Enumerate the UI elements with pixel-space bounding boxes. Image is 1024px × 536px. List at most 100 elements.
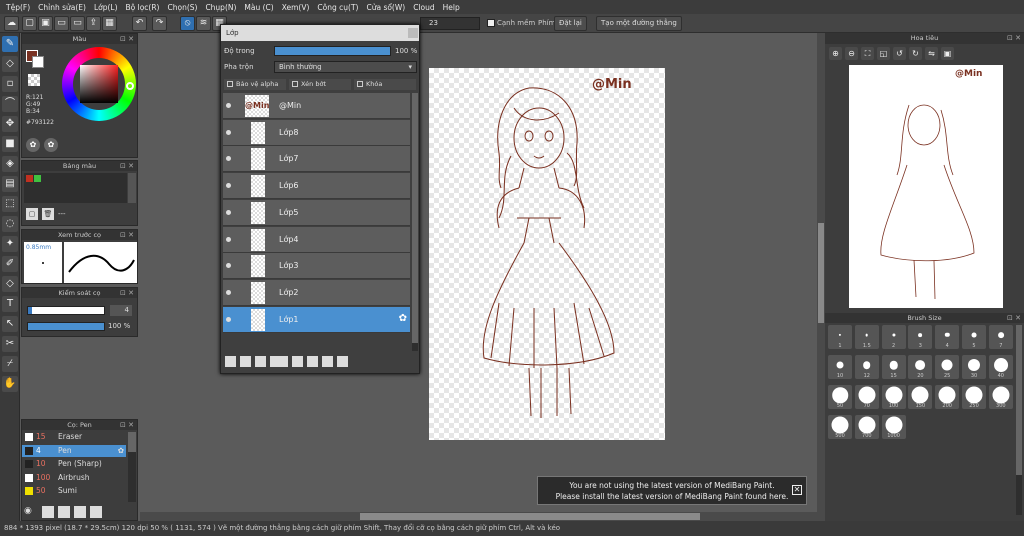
menu-item[interactable]: Lớp(L) <box>90 3 122 12</box>
brush-size-option[interactable]: 25 <box>935 355 960 379</box>
select-eraser-icon[interactable]: ◇ <box>2 276 18 292</box>
brush-size-option[interactable]: 40 <box>988 355 1013 379</box>
blend-mode-select[interactable]: Bình thường ▾ <box>274 61 417 73</box>
brushlist-close-icon[interactable]: ⊡ ✕ <box>120 420 134 430</box>
brush-delete-icon[interactable] <box>90 506 102 518</box>
layer-row[interactable]: Lớp6 <box>223 173 410 200</box>
transparent-color-swatch[interactable] <box>28 74 40 86</box>
menu-item[interactable]: Màu (C) <box>240 3 277 12</box>
gradient-tool-icon[interactable]: ▤ <box>2 176 18 192</box>
layer-row[interactable]: Lớp4 <box>223 226 410 253</box>
magic-wand-icon[interactable]: ✦ <box>2 236 18 252</box>
palette-scrollbar[interactable] <box>128 173 136 203</box>
text-tool-icon[interactable]: T <box>2 296 18 312</box>
brush-size-option[interactable]: 70 <box>854 385 879 409</box>
layer-row[interactable]: @Min @Min <box>223 93 410 119</box>
color-add-icon[interactable]: ✿ <box>44 138 58 152</box>
brush-size-option[interactable]: 3 <box>908 325 933 349</box>
menu-item[interactable]: Cloud <box>409 3 438 12</box>
fit-icon[interactable]: ⛶ <box>861 47 874 60</box>
menu-item[interactable]: Chụp(N) <box>201 3 240 12</box>
brush-import-icon[interactable] <box>58 506 70 518</box>
panel-close-icon[interactable]: ⊡ ✕ <box>120 34 134 44</box>
brush-size-option[interactable]: 30 <box>962 355 986 379</box>
control-close-icon[interactable]: ⊡ ✕ <box>120 288 134 298</box>
palette-add-icon[interactable]: ▢ <box>26 208 38 220</box>
fill-rect-tool-icon[interactable]: ■ <box>2 136 18 152</box>
menu-item[interactable]: Công cụ(T) <box>313 3 362 12</box>
brush-size-value[interactable]: 4 <box>110 305 132 316</box>
visibility-eye-icon[interactable] <box>226 103 231 108</box>
layer-row[interactable]: Lớp1 ✿ <box>223 306 410 333</box>
saturation-square[interactable] <box>80 65 118 103</box>
snap-parallel-icon[interactable]: ≋ <box>196 16 211 31</box>
palette-swatch[interactable] <box>34 175 41 182</box>
zoom-in-icon[interactable]: ⊕ <box>829 47 842 60</box>
select-tool-icon[interactable]: ⬚ <box>2 196 18 212</box>
brush-size-option[interactable]: 10 <box>828 355 852 379</box>
navigator-preview[interactable]: @Min <box>849 65 1003 308</box>
brush-list-item[interactable]: 10 Pen (Sharp) <box>22 458 126 470</box>
brush-size-slider[interactable] <box>27 306 105 315</box>
brush-list-item[interactable]: 100 Airbrush <box>22 472 126 484</box>
brush-list-scrollbar[interactable] <box>128 432 136 502</box>
new-folder-icon[interactable] <box>292 356 303 367</box>
brush-list-item[interactable]: 4 Pen ✿ <box>22 444 126 457</box>
menu-item[interactable]: Chọn(S) <box>163 3 201 12</box>
color-picker-icon[interactable]: ✿ <box>26 138 40 152</box>
brush-size-option[interactable]: 7 <box>988 325 1013 349</box>
lock-checkbox[interactable]: Khóa <box>354 79 416 90</box>
chat-icon[interactable]: ▭ <box>54 16 69 31</box>
visibility-eye-icon[interactable] <box>226 289 231 295</box>
hue-ring[interactable] <box>62 47 136 121</box>
reset-view-icon[interactable]: ▣ <box>941 47 954 60</box>
divide-tool-icon[interactable]: ✂ <box>2 336 18 352</box>
canvas-hscroll[interactable] <box>140 512 817 521</box>
brushsize-close-icon[interactable]: ⊡ ✕ <box>1007 313 1021 323</box>
grid-icon[interactable]: ▦ <box>102 16 117 31</box>
gear-icon[interactable]: ✿ <box>118 445 124 457</box>
brush-size-option[interactable]: 12 <box>854 355 879 379</box>
operation-tool-icon[interactable]: ↖ <box>2 316 18 332</box>
brush-size-option[interactable]: 15 <box>881 355 906 379</box>
save-icon[interactable]: ▣ <box>38 16 53 31</box>
brush-size-option[interactable]: 1000 <box>881 415 906 439</box>
add-layer-menu-icon[interactable] <box>270 356 288 367</box>
palette-swatch[interactable] <box>26 175 33 182</box>
layer-row[interactable]: Lớp5 <box>223 199 410 226</box>
brush-list-item[interactable]: 50 Sumi <box>22 485 126 497</box>
brush-size-scrollbar[interactable] <box>1016 325 1022 515</box>
brush-size-option[interactable]: 700 <box>854 415 879 439</box>
delete-layer-icon[interactable] <box>337 356 348 367</box>
comment-icon[interactable]: ▭ <box>70 16 85 31</box>
menu-item[interactable]: Xem(V) <box>278 3 314 12</box>
rotate-left-icon[interactable]: ↺ <box>893 47 906 60</box>
cloud-icon[interactable]: ☁ <box>4 16 19 31</box>
brush-folder-icon[interactable] <box>74 506 86 518</box>
brush-size-option[interactable]: 150 <box>908 385 933 409</box>
snap-off-icon[interactable]: ⦸ <box>180 16 195 31</box>
visibility-eye-icon[interactable] <box>226 209 231 215</box>
update-notification[interactable]: You are not using the latest version of … <box>537 476 807 505</box>
menu-item[interactable]: Chỉnh sửa(E) <box>34 3 90 12</box>
brush-copy-icon[interactable] <box>42 506 54 518</box>
eyedropper-icon[interactable]: ⌿ <box>2 356 18 372</box>
visibility-eye-icon[interactable] <box>226 129 231 135</box>
brush-size-option[interactable]: 5 <box>962 325 986 349</box>
clipping-checkbox[interactable]: Xén bớt <box>289 79 351 90</box>
hue-handle[interactable] <box>126 82 134 90</box>
visibility-eye-icon[interactable] <box>226 236 231 242</box>
menu-item[interactable]: Bộ lọc(R) <box>122 3 164 12</box>
brush-tool-icon[interactable]: ✎ <box>2 36 18 52</box>
brush-list-item[interactable]: 15 Eraser <box>22 431 126 443</box>
straight-line-button[interactable]: Tạo một đường thẳng <box>596 16 682 31</box>
bucket-tool-icon[interactable]: ◈ <box>2 156 18 172</box>
layer-opacity-slider[interactable] <box>274 46 391 56</box>
share-icon[interactable]: ⇪ <box>86 16 101 31</box>
visibility-eye-icon[interactable] <box>226 183 231 189</box>
layer-row[interactable]: Lớp7 <box>223 146 410 173</box>
menu-item[interactable]: Tệp(F) <box>2 3 34 12</box>
brush-size-option[interactable]: 20 <box>908 355 933 379</box>
brush-size-option[interactable]: 300 <box>988 385 1013 409</box>
rotate-right-icon[interactable]: ↻ <box>909 47 922 60</box>
